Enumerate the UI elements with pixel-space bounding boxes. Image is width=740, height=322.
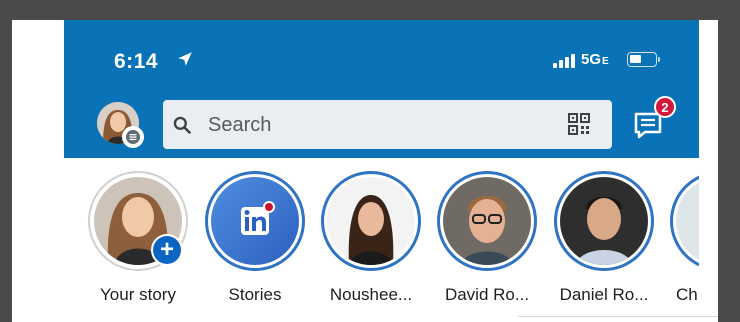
screenshot-frame-right	[718, 0, 740, 322]
search-icon	[173, 116, 191, 134]
location-arrow-icon	[178, 52, 192, 66]
menu-icon[interactable]	[122, 126, 144, 148]
story-label: Your story	[100, 285, 176, 304]
network-type: 5GE	[581, 51, 609, 68]
linkedin-logo-icon	[211, 177, 299, 265]
story-label: Stories	[228, 285, 282, 304]
messages-badge: 2	[654, 96, 676, 118]
battery-tip	[658, 57, 660, 62]
add-story-button[interactable]: +	[151, 234, 183, 266]
screenshot-frame-top	[0, 0, 740, 20]
story-label: Ch	[676, 285, 698, 304]
top-app-bar: 6:14 5GE Search 2	[64, 20, 699, 158]
story-avatar	[560, 177, 648, 265]
battery-icon	[627, 52, 657, 67]
plus-icon: +	[153, 236, 181, 264]
search-input[interactable]: Search	[208, 114, 271, 137]
story-avatar	[443, 177, 531, 265]
qr-code-icon[interactable]	[568, 113, 590, 135]
story-item-partial[interactable]	[670, 171, 699, 271]
cell-signal-icon	[553, 54, 575, 68]
story-label: Noushee...	[329, 285, 413, 304]
screenshot-frame-bottom-edge	[518, 316, 718, 322]
story-avatar	[327, 177, 415, 265]
story-label: David Ro...	[444, 285, 530, 304]
story-label: Daniel Ro...	[559, 285, 649, 304]
search-bar[interactable]: Search	[163, 100, 612, 149]
screenshot-frame-bottom	[12, 310, 518, 322]
status-time: 6:14	[114, 50, 159, 73]
screenshot-frame-left	[0, 0, 12, 322]
